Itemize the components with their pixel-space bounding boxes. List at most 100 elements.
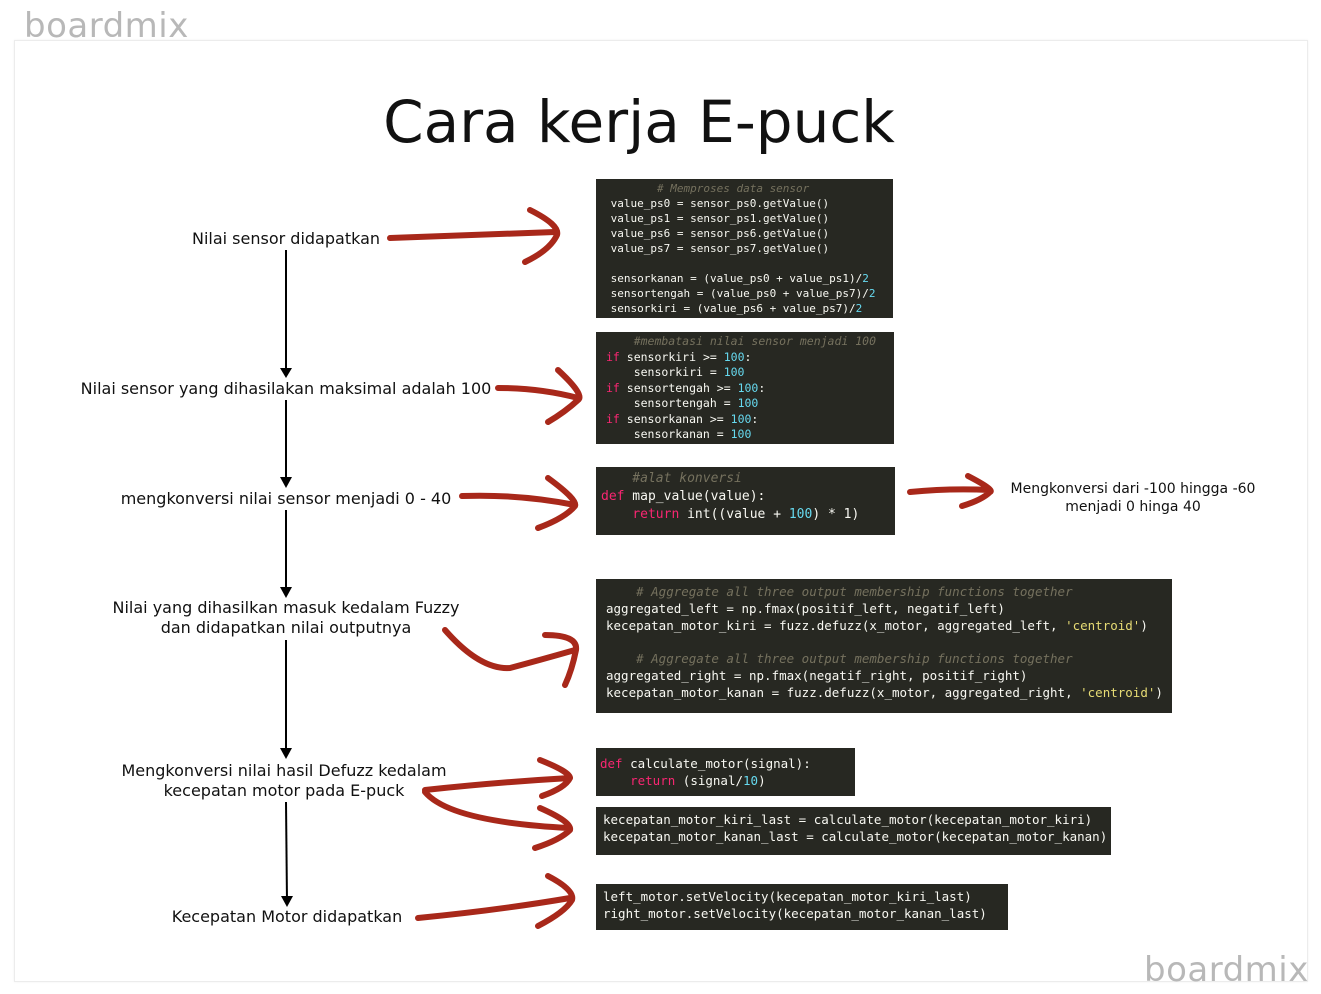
code-token: if (606, 380, 620, 395)
code-token: left_motor.setVelocity(kecepatan_motor_k… (603, 889, 972, 904)
code-token: #membatasi nilai sensor menjadi 100 (606, 334, 877, 348)
code-token: kecepatan_motor_kanan = fuzz.defuzz(x_mo… (606, 684, 1081, 700)
code-token: 2 (868, 287, 876, 300)
step-text: Nilai sensor didapatkan (191, 229, 381, 248)
arrowhead (280, 477, 292, 488)
code-line: sensorkanan = 100 (606, 427, 894, 443)
code-line: if sensorkiri >= 100: (606, 350, 894, 366)
code-line: value_ps7 = sensor_ps7.getValue() (604, 241, 893, 256)
code-block-fuzzy-aggregate: # Aggregate all three output membership … (596, 579, 1172, 713)
code-line: def calculate_motor(signal): (600, 755, 855, 772)
code-token: calculate_motor(signal): (622, 756, 811, 771)
code-token: value_ps7 = sensor_ps7.getValue() (604, 242, 830, 255)
code-line: sensorkiri = 100 (606, 365, 894, 381)
code-line (604, 256, 893, 271)
red-arrow-3 (459, 475, 579, 531)
code-line: aggregated_right = np.fmax(negatif_right… (606, 668, 1172, 685)
code-line: return int((value + 100) * 1) (601, 506, 895, 524)
code-token: kecepatan_motor_kiri = fuzz.defuzz(x_mot… (606, 617, 1066, 633)
flow-line (285, 801, 288, 903)
arrowhead (280, 748, 292, 759)
code-block-calculate-motor: def calculate_motor(signal): return (sig… (596, 748, 855, 796)
code-token: return (630, 773, 676, 788)
code-token: sensortengah = (606, 396, 738, 410)
step-text: Mengkonversi nilai hasil Defuzz kedalam (121, 761, 447, 780)
code-block-set-velocity: left_motor.setVelocity(kecepatan_motor_k… (596, 884, 1008, 930)
code-line: #membatasi nilai sensor menjadi 100 (606, 334, 894, 350)
step-sensor-max: Nilai sensor yang dihasilakan maksimal a… (81, 379, 492, 399)
code-token: value_ps0 = sensor_ps0.getValue() (604, 197, 830, 210)
code-block-motor-last: kecepatan_motor_kiri_last = calculate_mo… (596, 807, 1111, 855)
code-token: 100 (730, 411, 752, 426)
code-line: return (signal/10) (600, 772, 855, 789)
code-line: value_ps0 = sensor_ps0.getValue() (604, 196, 893, 211)
code-token: 2 (862, 272, 869, 285)
arrowhead (281, 896, 293, 907)
code-token: sensorkanan >= (619, 411, 731, 426)
code-token: 100 (737, 396, 759, 410)
code-line: # Memproses data sensor (604, 181, 893, 196)
code-line: value_ps1 = sensor_ps1.getValue() (604, 211, 893, 226)
code-token: if (606, 411, 620, 426)
step-text: Nilai sensor yang dihasilakan maksimal a… (80, 379, 492, 398)
note-text: Mengkonversi dari -100 hingga -60 (1010, 481, 1256, 497)
code-token: sensortengah = (value_ps0 + value_ps7)/ (604, 287, 869, 300)
code-line: if sensorkanan >= 100: (606, 412, 894, 428)
code-line: def map_value(value): (601, 488, 895, 506)
code-token: 100 (730, 427, 752, 441)
code-token: 'centroid' (1065, 617, 1141, 633)
code-line: #alat konversi (601, 470, 895, 488)
code-token: ) * 1) (812, 507, 860, 522)
conversion-note: Mengkonversi dari -100 hingga -60 menjadi… (1011, 480, 1256, 516)
code-token: def (601, 489, 625, 504)
code-line: sensortengah = (value_ps0 + value_ps7)/2 (604, 286, 893, 301)
code-token: 100 (788, 507, 813, 522)
code-token: # Aggregate all three output membership … (606, 584, 1073, 599)
step-sensor-obtained: Nilai sensor didapatkan (192, 229, 380, 249)
step-text: kecepatan motor pada E-puck (163, 781, 405, 800)
step-speed: Kecepatan Motor didapatkan (172, 907, 403, 927)
code-token: sensorkiri = (value_ps6 + value_ps7)/ (604, 302, 856, 315)
code-line (606, 634, 1172, 651)
code-line: kecepatan_motor_kiri_last = calculate_mo… (603, 811, 1111, 828)
code-line: right_motor.setVelocity(kecepatan_motor_… (603, 905, 1008, 922)
code-token: right_motor.setVelocity(kecepatan_motor_… (603, 906, 987, 921)
code-token: # Aggregate all three output membership … (606, 651, 1073, 667)
red-arrow-note (907, 473, 994, 509)
code-token: sensortengah >= (619, 380, 738, 395)
code-token: aggregated_left = np.fmax(positif_left, … (606, 600, 1005, 616)
code-line: aggregated_left = np.fmax(positif_left, … (606, 601, 1172, 618)
step-text: dan didapatkan nilai outputnya (160, 618, 412, 637)
code-token: 100 (737, 380, 759, 395)
code-token: 'centroid' (1080, 684, 1156, 700)
code-token: value_ps6 = sensor_ps6.getValue() (604, 227, 830, 240)
code-token: return (632, 507, 680, 522)
red-arrow-5a (422, 757, 573, 799)
arrowhead (280, 368, 292, 378)
code-token: sensorkanan = (606, 427, 731, 441)
code-token: : (758, 380, 766, 395)
code-token: 100 (723, 365, 745, 379)
code-line: kecepatan_motor_kanan = fuzz.defuzz(x_mo… (606, 685, 1172, 702)
code-line: value_ps6 = sensor_ps6.getValue() (604, 226, 893, 241)
code-line: left_motor.setVelocity(kecepatan_motor_k… (603, 888, 1008, 905)
code-line: if sensortengah >= 100: (606, 381, 894, 397)
code-line: sensorkanan = (value_ps0 + value_ps1)/2 (604, 271, 893, 286)
code-line: sensorkiri = (value_ps6 + value_ps7)/2 (604, 301, 893, 316)
red-arrow-6 (415, 873, 576, 929)
code-token: #alat konversi (601, 471, 742, 486)
code-token: sensorkanan = (value_ps0 + value_ps1)/ (604, 272, 863, 285)
code-token: if (606, 349, 620, 364)
code-token: value_ps1 = sensor_ps1.getValue() (604, 212, 830, 225)
step-defuzz: Mengkonversi nilai hasil Defuzz kedalam k… (121, 761, 446, 801)
code-token: 2 (855, 302, 863, 315)
step-text: mengkonversi nilai sensor menjadi 0 - 40 (120, 489, 452, 508)
code-token: 10 (743, 773, 759, 788)
code-line: # Aggregate all three output membership … (606, 584, 1172, 601)
code-block-limit-sensors: #membatasi nilai sensor menjadi 100 if se… (596, 332, 894, 444)
code-line: sensortengah = 100 (606, 396, 894, 412)
